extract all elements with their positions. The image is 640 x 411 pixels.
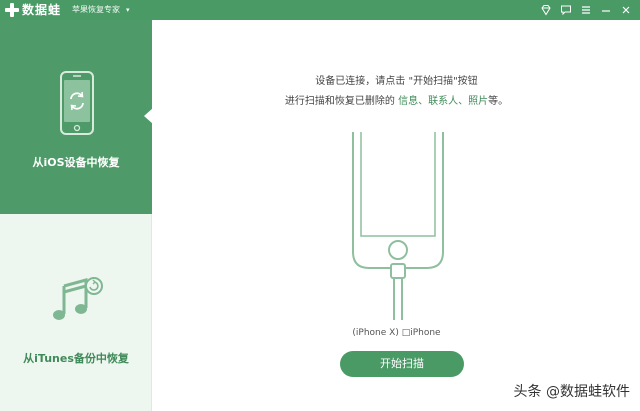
phone-illustration	[352, 132, 444, 320]
sidebar: 从iOS设备中恢复 从iTunes备份中恢复	[0, 20, 153, 411]
active-pointer	[144, 108, 153, 124]
window-controls	[538, 2, 634, 18]
instruction-suffix: 等。	[488, 96, 509, 107]
device-name-label: (iPhone X) □iPhone	[352, 328, 441, 338]
app-logo-icon	[5, 3, 19, 17]
instruction-prefix: 进行扫描和恢复已删除的	[284, 96, 399, 107]
chevron-down-icon[interactable]: ▾	[126, 5, 130, 15]
minimize-icon[interactable]	[598, 2, 614, 18]
message-icon[interactable]	[558, 2, 574, 18]
menu-icon[interactable]	[578, 2, 594, 18]
sidebar-item-ios-recovery[interactable]: 从iOS设备中恢复	[0, 20, 153, 214]
close-icon[interactable]	[618, 2, 634, 18]
sidebar-item-label: 从iOS设备中恢复	[32, 156, 120, 169]
instruction-line-2: 进行扫描和恢复已删除的 信息、联系人、照片等。	[153, 92, 640, 107]
phone-restore-icon	[60, 71, 94, 135]
watermark-text: 头条 @数据蛙软件	[511, 381, 632, 401]
instruction-line-1: 设备已连接，请点击 "开始扫描"按钮	[315, 76, 478, 87]
diamond-icon[interactable]	[538, 2, 554, 18]
main-panel: 设备已连接，请点击 "开始扫描"按钮 进行扫描和恢复已删除的 信息、联系人、照片…	[153, 20, 640, 411]
app-subtitle[interactable]: 苹果恢复专家	[72, 5, 120, 15]
instruction-highlight: 信息、联系人、照片	[398, 96, 489, 107]
title-bar: 数据蛙 苹果恢复专家 ▾	[0, 0, 640, 20]
sidebar-item-label: 从iTunes备份中恢复	[23, 352, 129, 365]
start-scan-button[interactable]: 开始扫描	[340, 351, 464, 377]
app-name: 数据蛙	[22, 3, 62, 17]
itunes-music-icon	[53, 277, 103, 320]
sidebar-item-itunes-recovery[interactable]: 从iTunes备份中恢复	[0, 214, 152, 411]
